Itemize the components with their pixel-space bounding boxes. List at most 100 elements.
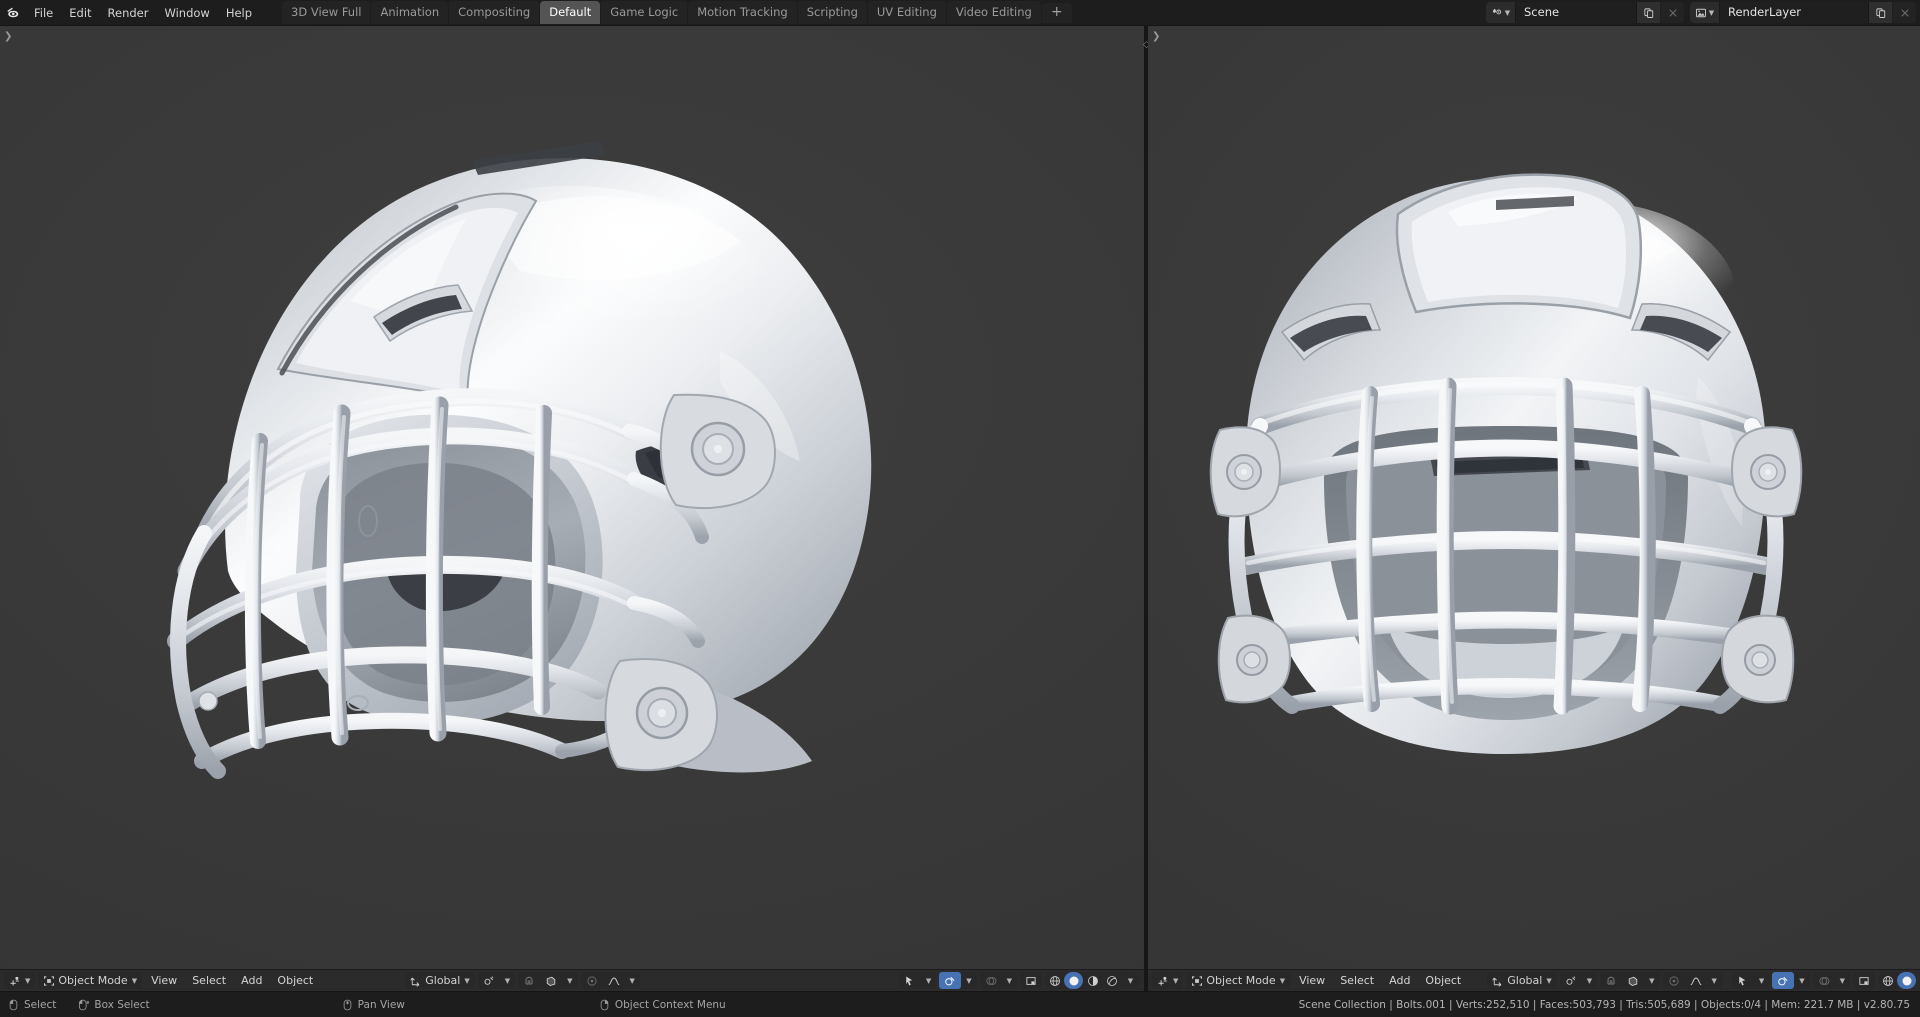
view-menu[interactable]: View bbox=[145, 972, 183, 989]
snap-magnet-icon[interactable] bbox=[1600, 972, 1622, 989]
mouse-right-icon bbox=[599, 999, 610, 1011]
menu-render[interactable]: Render bbox=[100, 3, 157, 23]
gizmo-icon[interactable] bbox=[1732, 972, 1754, 989]
add-menu[interactable]: Add bbox=[1383, 972, 1416, 989]
new-view-layer-button[interactable] bbox=[1868, 2, 1892, 23]
pivot-dropdown[interactable]: ▼ bbox=[1644, 972, 1659, 989]
falloff-smooth-icon[interactable] bbox=[603, 972, 625, 989]
chevron-down-icon: ▼ bbox=[629, 976, 635, 985]
select-menu[interactable]: Select bbox=[1334, 972, 1380, 989]
workspace-tab-scripting[interactable]: Scripting bbox=[797, 1, 867, 24]
blender-window: File Edit Render Window Help 3D View Ful… bbox=[0, 0, 1920, 1017]
view-menu[interactable]: View bbox=[1293, 972, 1331, 989]
chevron-down-icon: ▼ bbox=[1711, 976, 1717, 985]
overlays-icon[interactable] bbox=[1772, 972, 1795, 989]
overlays-dropdown[interactable]: ▼ bbox=[1794, 972, 1809, 989]
snap-increment-icon[interactable] bbox=[478, 972, 500, 989]
falloff-smooth-icon[interactable] bbox=[1685, 972, 1707, 989]
add-workspace-button[interactable]: + bbox=[1041, 2, 1072, 23]
sidebar-expand-arrow-icon[interactable]: ❯ bbox=[1152, 32, 1160, 42]
wireframe-shading[interactable] bbox=[1878, 972, 1897, 989]
left-viewport-header: ▼ Object Mode ▼ View Select Add Object G… bbox=[0, 969, 1144, 991]
gizmo-dropdown[interactable]: ▼ bbox=[1754, 972, 1769, 989]
editor-type-3dview-icon[interactable]: ▼ bbox=[1152, 972, 1184, 989]
topbar-right-controls: ▼ Scene ▼ RenderLayer bbox=[1486, 2, 1916, 23]
object-mode-selector[interactable]: Object Mode ▼ bbox=[1186, 972, 1291, 989]
xray-dropdown[interactable]: ▼ bbox=[1002, 972, 1017, 989]
toggle-camera-view-icon[interactable] bbox=[1020, 972, 1042, 989]
object-menu[interactable]: Object bbox=[271, 972, 319, 989]
workspace-tab-uv-editing[interactable]: UV Editing bbox=[867, 1, 946, 24]
transform-orientation-selector[interactable]: Global ▼ bbox=[1487, 972, 1557, 989]
snap-increment-icon[interactable] bbox=[1560, 972, 1582, 989]
toggle-camera-view-icon[interactable] bbox=[1853, 972, 1875, 989]
delete-scene-button[interactable] bbox=[1660, 2, 1684, 23]
snap-magnet-icon[interactable] bbox=[518, 972, 540, 989]
football-helmet-front-view bbox=[1186, 126, 1826, 776]
menu-help[interactable]: Help bbox=[218, 3, 260, 23]
chevron-down-icon: ▼ bbox=[1586, 976, 1593, 985]
wireframe-shading[interactable] bbox=[1045, 972, 1064, 989]
left-viewport-canvas[interactable]: ❯ bbox=[0, 26, 1144, 969]
scene-statistics: Scene Collection | Bolts.001 | Verts:252… bbox=[1298, 998, 1910, 1011]
mouse-left-icon bbox=[8, 999, 19, 1011]
right-viewport-canvas[interactable]: ❯ bbox=[1148, 26, 1920, 969]
workspace-tab-default[interactable]: Default bbox=[540, 1, 601, 24]
proportional-edit-icon[interactable] bbox=[1663, 972, 1685, 989]
proportional-editing-controls: ▼ bbox=[580, 972, 640, 989]
solid-shading[interactable] bbox=[1064, 972, 1083, 989]
pivot-point-icon[interactable] bbox=[540, 972, 562, 989]
falloff-dropdown[interactable]: ▼ bbox=[1707, 972, 1722, 989]
view-layer-selector[interactable]: ▼ RenderLayer bbox=[1690, 2, 1916, 23]
gizmo-dropdown[interactable]: ▼ bbox=[921, 972, 936, 989]
chevron-down-icon: ▼ bbox=[1504, 8, 1511, 17]
snap-dropdown[interactable]: ▼ bbox=[500, 972, 515, 989]
editor-type-3dview-icon[interactable]: ▼ bbox=[4, 972, 36, 989]
xray-controls: ▼ bbox=[979, 972, 1017, 989]
xray-toggle-icon[interactable] bbox=[980, 972, 1002, 989]
scene-name-field[interactable]: Scene bbox=[1516, 2, 1636, 23]
snap-dropdown[interactable]: ▼ bbox=[1582, 972, 1597, 989]
xray-toggle-icon[interactable] bbox=[1813, 972, 1835, 989]
workspace-tab-game-logic[interactable]: Game Logic bbox=[601, 1, 688, 24]
right-viewport-area: ❯ ▼ Object Mode ▼ View Select Add Object… bbox=[1148, 26, 1920, 991]
chevron-down-icon: ▼ bbox=[1173, 976, 1179, 985]
menu-window[interactable]: Window bbox=[156, 3, 217, 23]
workspace-tab-motion-tracking[interactable]: Motion Tracking bbox=[688, 1, 797, 24]
sidebar-expand-arrow-icon[interactable]: ❯ bbox=[4, 32, 12, 42]
xray-dropdown[interactable]: ▼ bbox=[1835, 972, 1850, 989]
falloff-dropdown[interactable]: ▼ bbox=[625, 972, 640, 989]
solid-shading[interactable] bbox=[1897, 972, 1916, 989]
rendered-shading[interactable] bbox=[1102, 972, 1121, 989]
proportional-edit-icon[interactable] bbox=[581, 972, 603, 989]
scene-selector[interactable]: ▼ Scene bbox=[1486, 2, 1684, 23]
overlays-dropdown[interactable]: ▼ bbox=[961, 972, 976, 989]
object-mode-selector[interactable]: Object Mode ▼ bbox=[38, 972, 143, 989]
delete-view-layer-button[interactable] bbox=[1892, 2, 1916, 23]
transform-orientation-selector[interactable]: Global ▼ bbox=[405, 972, 475, 989]
workspace-tab-video-editing[interactable]: Video Editing bbox=[946, 1, 1041, 24]
new-scene-button[interactable] bbox=[1636, 2, 1660, 23]
workspace-tab-animation[interactable]: Animation bbox=[371, 1, 449, 24]
pivot-point-icon[interactable] bbox=[1622, 972, 1644, 989]
view-layer-name-field[interactable]: RenderLayer bbox=[1720, 2, 1868, 23]
scene-icon[interactable]: ▼ bbox=[1486, 2, 1516, 23]
add-menu[interactable]: Add bbox=[235, 972, 268, 989]
blender-logo-icon[interactable] bbox=[0, 0, 26, 26]
menu-edit[interactable]: Edit bbox=[61, 3, 99, 23]
overlays-icon[interactable] bbox=[939, 972, 962, 989]
pivot-dropdown[interactable]: ▼ bbox=[562, 972, 577, 989]
shading-dropdown[interactable]: ▼ bbox=[1121, 972, 1140, 989]
workspace-tabs: 3D View Full Animation Compositing Defau… bbox=[282, 1, 1072, 24]
magnet-and-pivot: ▼ bbox=[1600, 972, 1660, 989]
material-preview-shading[interactable] bbox=[1083, 972, 1102, 989]
object-menu[interactable]: Object bbox=[1419, 972, 1467, 989]
workspace-tab-3d-view-full[interactable]: 3D View Full bbox=[282, 1, 371, 24]
football-helmet-side-view bbox=[100, 101, 920, 801]
menu-file[interactable]: File bbox=[26, 3, 61, 23]
render-layer-icon[interactable]: ▼ bbox=[1690, 2, 1720, 23]
chevron-down-icon: ▼ bbox=[131, 976, 138, 985]
gizmo-icon[interactable] bbox=[899, 972, 921, 989]
workspace-tab-compositing[interactable]: Compositing bbox=[449, 1, 540, 24]
select-menu[interactable]: Select bbox=[186, 972, 232, 989]
